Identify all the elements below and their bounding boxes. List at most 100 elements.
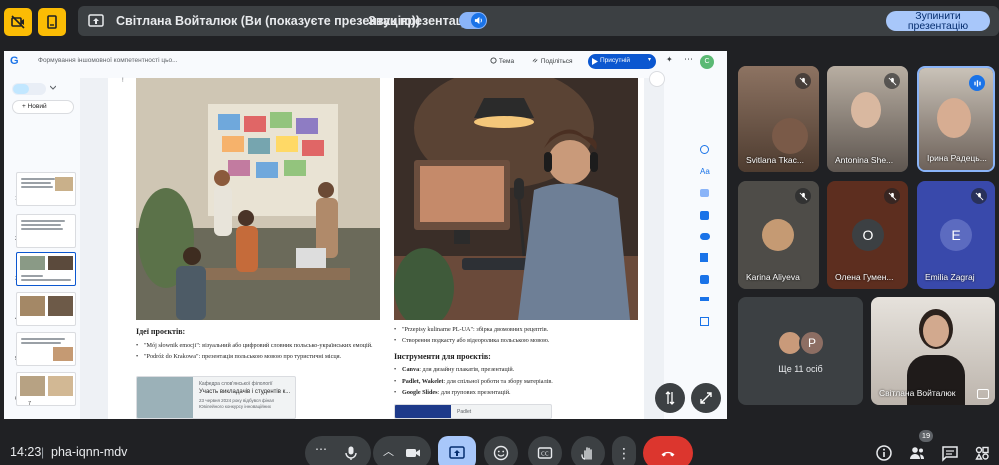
search-icon[interactable] — [700, 145, 709, 154]
chevron-down-icon[interactable] — [50, 85, 56, 91]
new-slide-button[interactable]: + Новий — [12, 100, 74, 114]
gemini-logo-icon[interactable]: G — [10, 55, 24, 69]
mic-off-icon — [884, 73, 900, 89]
participant-tile[interactable]: О Олена Гумен... — [827, 181, 908, 289]
table-icon[interactable] — [700, 275, 709, 284]
more-vert-icon: ⋮ — [617, 445, 631, 461]
chevron-up-icon[interactable]: ︿ — [383, 443, 394, 459]
padlet-preview-card[interactable]: Padlet — [394, 404, 552, 419]
avatar: О — [852, 219, 884, 251]
preview-image — [137, 377, 193, 418]
raise-hand-button[interactable] — [571, 436, 605, 465]
preview-title: Участь викладачів і студентів к... — [199, 389, 291, 395]
more-audio-options-icon[interactable]: ⋯ — [315, 442, 327, 456]
activities-icon[interactable] — [973, 444, 991, 462]
participant-name: Emilia Zagraj — [925, 272, 975, 282]
sparkle-icon[interactable]: ✦ — [666, 55, 673, 64]
view-toggle[interactable] — [12, 83, 46, 95]
stop-presenting-button[interactable]: Зупинити презентацію — [886, 11, 990, 31]
account-avatar[interactable]: C — [700, 55, 714, 69]
camera-icon[interactable] — [405, 445, 421, 461]
project-ideas-heading: Ідеї проєктів: — [136, 327, 186, 336]
chat-icon[interactable] — [941, 444, 959, 462]
mic-off-icon — [971, 188, 987, 204]
participant-count-badge: 19 — [919, 430, 933, 442]
image-icon[interactable] — [700, 189, 709, 197]
avatar: E — [940, 219, 972, 251]
tool-bullet: Canva: для дизайну плакатів, презентацій… — [394, 366, 634, 375]
slide-thumbnail[interactable] — [16, 372, 76, 406]
grid-icon[interactable] — [700, 211, 709, 220]
slides-thumbnail-panel: + Новий 1 2 3 4 5 6 7 — [8, 78, 78, 419]
chart-icon[interactable] — [700, 253, 708, 262]
slide-thumbnail[interactable] — [16, 292, 76, 326]
camera-off-warning-icon[interactable] — [4, 8, 32, 36]
self-view-tile[interactable]: Світлана Войталюк — [871, 297, 995, 405]
bullet-item: "Podróż do Krakowa": презентація польськ… — [136, 353, 380, 362]
video-feed — [851, 92, 881, 128]
more-options-icon[interactable]: ⋯ — [684, 54, 693, 65]
document-title[interactable]: Формування іншомовної компетентності цьо… — [38, 57, 178, 64]
present-screen-icon — [449, 446, 465, 459]
fullscreen-button[interactable] — [691, 383, 721, 413]
picture-in-picture-icon[interactable] — [977, 389, 989, 399]
participant-tile-speaking[interactable]: Ірина Радець... — [917, 66, 995, 172]
mic-off-icon — [795, 188, 811, 204]
preview-image — [395, 405, 451, 418]
captions-button[interactable]: CC — [528, 436, 562, 465]
text-style-icon[interactable]: Aa — [700, 167, 712, 179]
speaking-indicator-icon — [969, 75, 985, 91]
link-preview-card[interactable]: Кафедра слов'янської філології Участь ви… — [136, 376, 296, 419]
meeting-info-icon[interactable] — [875, 444, 893, 462]
side-tool-rail: Aa — [696, 139, 716, 334]
slide-thumbnail[interactable] — [16, 214, 76, 248]
mic-off-warning-icon[interactable] — [38, 8, 66, 36]
mic-icon[interactable] — [343, 445, 359, 461]
layout-icon[interactable] — [700, 297, 709, 301]
meeting-code[interactable]: pha-iqnn-mdv — [51, 445, 127, 459]
others-tile[interactable]: P Ще 11 осіб — [738, 297, 863, 405]
toggle-icon[interactable] — [700, 233, 710, 240]
share-doc-button[interactable]: Поділіться — [532, 57, 573, 65]
participant-name: Karina Aliyeva — [746, 272, 800, 282]
reactions-button[interactable] — [484, 436, 518, 465]
bullet-item: "Mój słownik emocji": візуальний або циф… — [136, 342, 380, 351]
participant-tile[interactable]: Antonina She... — [827, 66, 908, 172]
participant-name: Svitlana Tkac... — [746, 155, 804, 165]
presentation-sound-toggle[interactable] — [459, 12, 487, 29]
slide-thumbnail[interactable] — [16, 332, 76, 366]
participant-name: Antonina She... — [835, 155, 894, 165]
captions-icon: CC — [537, 447, 553, 459]
participant-name: Ірина Радець... — [927, 153, 987, 163]
hang-up-icon — [661, 451, 675, 457]
participant-tile[interactable]: Karina Aliyeva — [738, 181, 819, 289]
tool-bullet: Padlet, Wakelet: для спільної роботи та … — [394, 378, 634, 387]
people-icon[interactable] — [908, 444, 926, 462]
audio-control-group: ⋯ — [305, 436, 371, 465]
podcast-recording-illustration — [394, 78, 638, 320]
others-count-label: Ще 11 осіб — [778, 364, 823, 374]
theme-button[interactable]: Тема — [490, 57, 514, 65]
present-now-button[interactable] — [438, 436, 476, 465]
emoji-icon — [493, 445, 509, 461]
comment-icon[interactable] — [649, 71, 665, 87]
present-slideshow-button[interactable]: Присутній ▾ — [588, 54, 656, 69]
slide-page[interactable]: Ідеї проєктів: "Mój słownik emocji": віз… — [108, 78, 644, 419]
leave-call-button[interactable] — [643, 436, 693, 465]
bullet-item: "Przepisy kulinarne PL-UA": збірка двомо… — [394, 326, 634, 335]
present-screen-icon — [88, 14, 104, 27]
avatar: P — [799, 330, 825, 356]
slide-thumbnail-selected[interactable] — [16, 252, 76, 286]
mic-off-icon — [795, 73, 811, 89]
left-text-column: Ідеї проєктів: "Mój słownik emocji": віз… — [136, 327, 380, 361]
right-text-column: "Przepisy kulinarne PL-UA": збірка двомо… — [394, 326, 634, 398]
slide-thumbnail[interactable] — [16, 172, 76, 206]
pan-tool-button[interactable] — [655, 383, 685, 413]
expand-icon — [700, 392, 712, 404]
edit-icon[interactable] — [700, 317, 709, 326]
ruler-marker: ! — [122, 78, 124, 84]
more-options-button[interactable]: ⋮ — [612, 436, 636, 465]
participant-tile[interactable]: Svitlana Tkac... — [738, 66, 819, 172]
participant-tile[interactable]: E Emilia Zagraj — [917, 181, 995, 289]
tool-bullet: Google Slides: для групових презентацій. — [394, 389, 634, 398]
